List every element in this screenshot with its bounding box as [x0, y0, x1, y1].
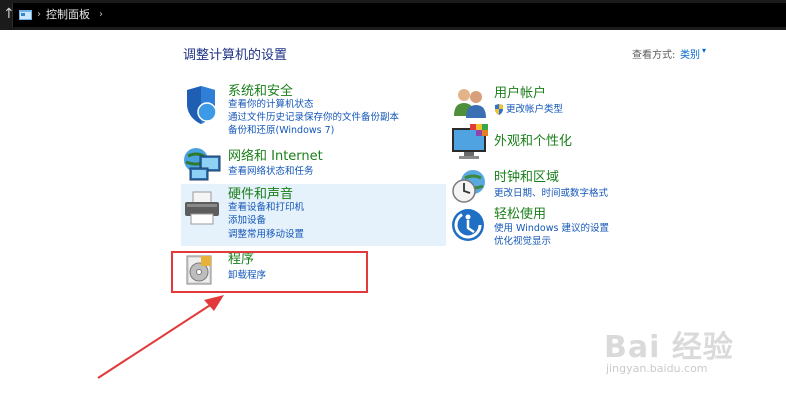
baidu-watermark-logo: Bai 经验 — [604, 330, 734, 365]
baidu-watermark-url: jingyan.baidu.com — [606, 362, 708, 375]
